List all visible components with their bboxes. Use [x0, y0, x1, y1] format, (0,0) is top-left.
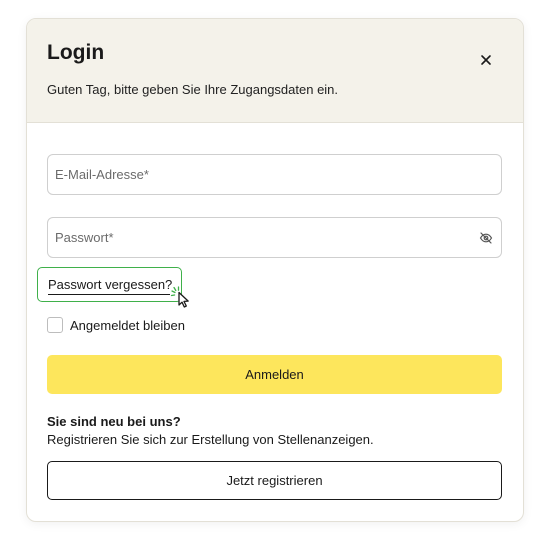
register-heading: Sie sind neu bei uns? — [47, 414, 181, 429]
remember-me-checkbox[interactable] — [47, 317, 63, 333]
dialog-subtitle: Guten Tag, bitte geben Sie Ihre Zugangsd… — [47, 82, 339, 97]
forgot-password-label: Passwort vergessen? — [48, 277, 173, 292]
pointer-cursor-icon — [169, 285, 195, 311]
password-input[interactable] — [55, 218, 475, 257]
login-dialog: Login Guten Tag, bitte geben Sie Ihre Zu… — [26, 18, 524, 522]
close-button[interactable] — [479, 53, 493, 67]
eye-slash-icon — [479, 232, 493, 244]
forgot-password-underline — [48, 294, 170, 295]
password-visibility-toggle[interactable] — [479, 231, 493, 245]
register-button[interactable]: Jetzt registrieren — [47, 461, 502, 500]
register-description: Registrieren Sie sich zur Erstellung von… — [47, 432, 374, 447]
email-input[interactable] — [55, 155, 475, 194]
dialog-title: Login — [47, 41, 105, 64]
password-field[interactable] — [47, 217, 502, 258]
dialog-header: Login Guten Tag, bitte geben Sie Ihre Zu… — [27, 19, 523, 123]
email-field[interactable] — [47, 154, 502, 195]
remember-me-label: Angemeldet bleiben — [70, 318, 185, 333]
login-button[interactable]: Anmelden — [47, 355, 502, 394]
close-icon — [481, 55, 491, 65]
forgot-password-link[interactable]: Passwort vergessen? — [37, 267, 182, 302]
